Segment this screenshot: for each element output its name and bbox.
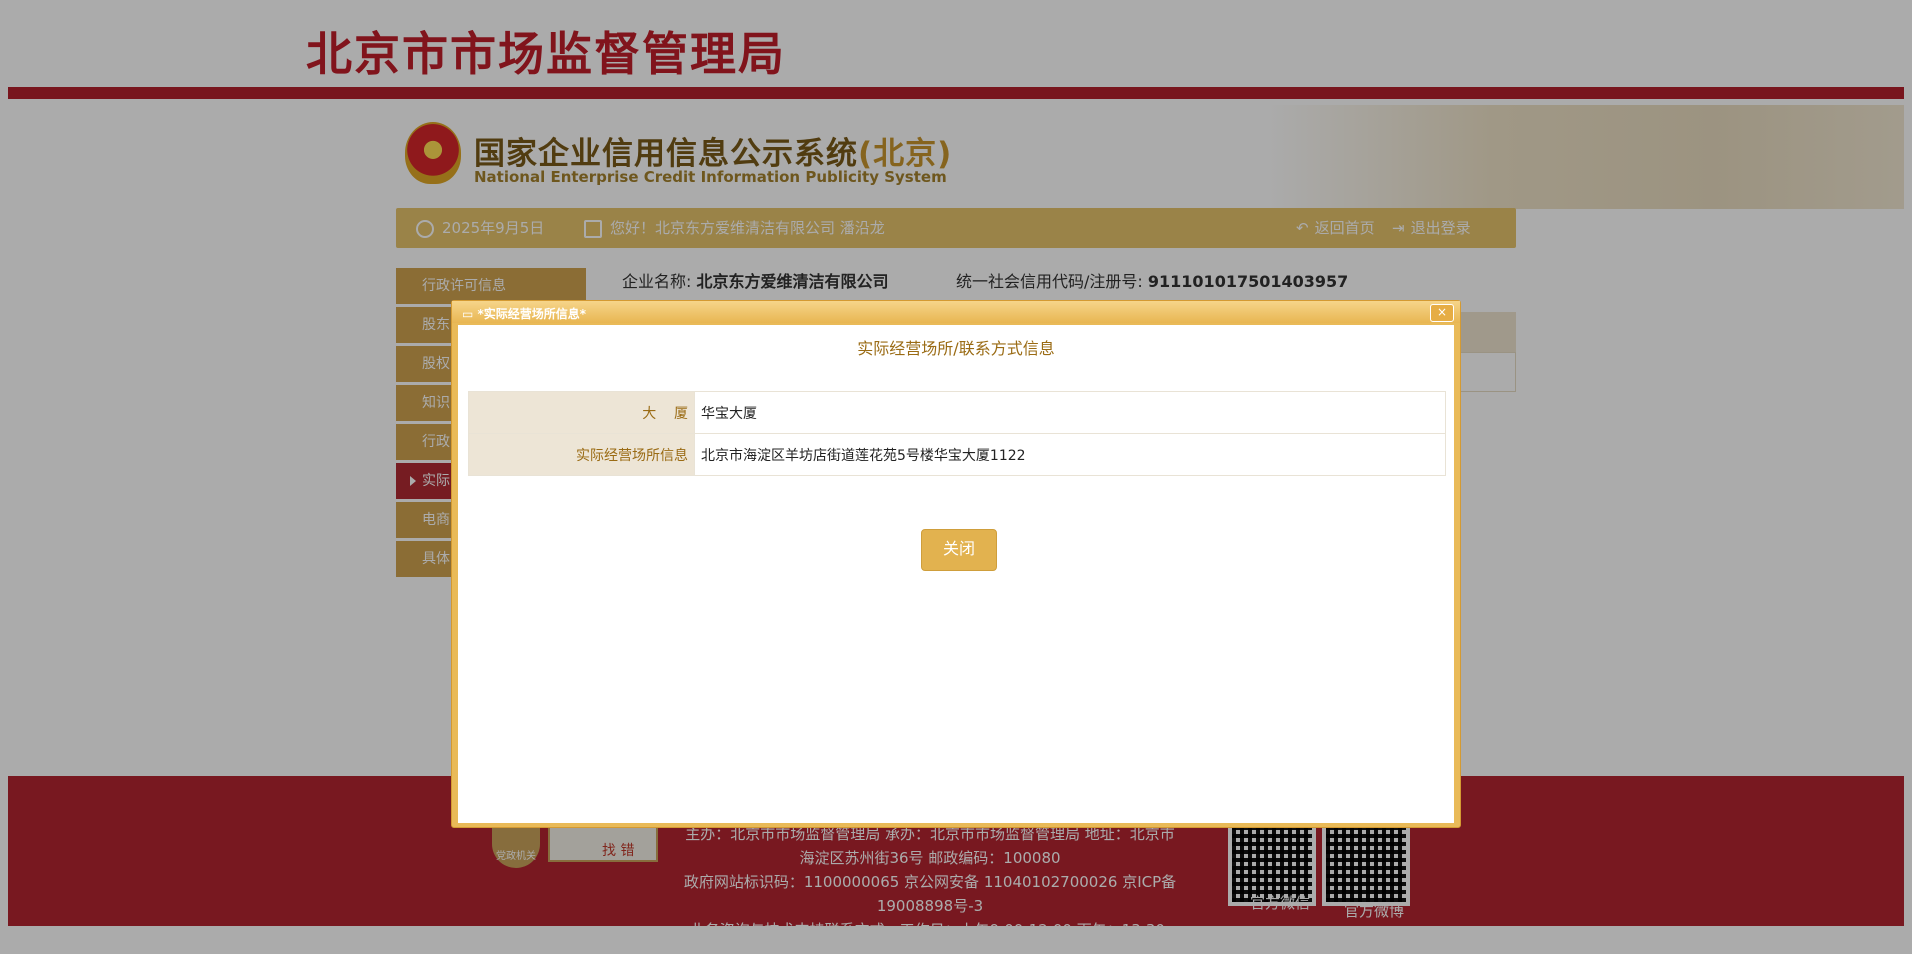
dialog-title-text: *实际经营场所信息* [477,307,587,321]
premises-info-table: 大 厦 华宝大厦 实际经营场所信息 北京市海淀区羊坊店街道莲花苑5号楼华宝大厦1… [468,391,1446,476]
dialog-heading: 实际经营场所/联系方式信息 [857,339,1055,358]
table-row: 实际经营场所信息 北京市海淀区羊坊店街道莲花苑5号楼华宝大厦1122 [468,433,1446,476]
window-icon: ▭ [462,307,474,321]
table-row: 大 厦 华宝大厦 [468,391,1446,434]
dialog-titlebar[interactable]: ▭ *实际经营场所信息* × [452,301,1460,323]
close-button[interactable]: 关闭 [921,529,997,571]
building-label: 大 厦 [468,391,695,434]
building-value: 华宝大厦 [694,391,1446,434]
premises-info-dialog: ▭ *实际经营场所信息* × 实际经营场所/联系方式信息 大 厦 华宝大厦 实际… [451,300,1461,828]
dialog-close-icon[interactable]: × [1430,304,1454,322]
page: 北京市市场监督管理局 国家企业信用信息公示系统(北京) National Ent… [0,0,1912,954]
dialog-title: ▭ *实际经营场所信息* [462,305,586,322]
premises-value: 北京市海淀区羊坊店街道莲花苑5号楼华宝大厦1122 [694,433,1446,476]
dialog-body: 实际经营场所/联系方式信息 大 厦 华宝大厦 实际经营场所信息 北京市海淀区羊坊… [458,325,1454,823]
premises-label: 实际经营场所信息 [468,433,695,476]
